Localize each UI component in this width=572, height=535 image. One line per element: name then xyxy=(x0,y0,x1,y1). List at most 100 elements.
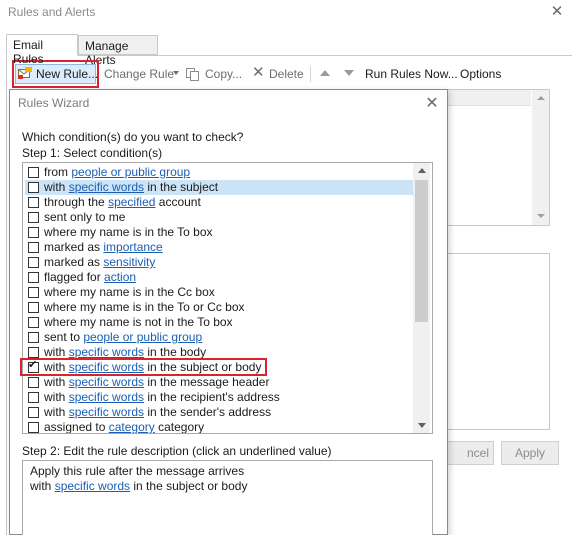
condition-checkbox[interactable] xyxy=(28,287,39,298)
condition-text: category xyxy=(154,420,205,434)
condition-checkbox[interactable] xyxy=(28,272,39,283)
condition-row[interactable]: where my name is not in the To box xyxy=(25,315,414,330)
condition-link[interactable]: category xyxy=(109,420,155,433)
condition-row[interactable]: sent only to me xyxy=(25,210,414,225)
condition-row[interactable]: with specific words in the recipient's a… xyxy=(25,390,414,405)
condition-text: in the subject xyxy=(144,180,219,194)
condition-text: flagged for xyxy=(44,270,105,284)
condition-row[interactable]: with specific words in the sender's addr… xyxy=(25,405,414,420)
condition-row[interactable]: from people or public group xyxy=(25,165,414,180)
rules-list-header xyxy=(448,90,531,106)
tab-manage-alerts[interactable]: Manage Alerts xyxy=(78,35,158,67)
window-close-icon[interactable]: ✕ xyxy=(550,2,564,20)
condition-link[interactable]: action xyxy=(104,270,136,284)
condition-checkbox[interactable] xyxy=(28,212,39,223)
condition-checkbox[interactable] xyxy=(28,257,39,268)
condition-text: in the message header xyxy=(144,375,270,389)
condition-link[interactable]: specific words xyxy=(69,345,144,359)
window-title: Rules and Alerts xyxy=(8,5,96,19)
condition-checkbox[interactable] xyxy=(28,347,39,358)
condition-row[interactable]: marked as importance xyxy=(25,240,414,255)
run-rules-now-button[interactable]: Run Rules Now... xyxy=(365,63,458,85)
copy-button[interactable]: Copy... xyxy=(205,63,242,85)
condition-text: sent only to me xyxy=(44,210,126,224)
condition-row[interactable]: sent to people or public group xyxy=(25,330,414,345)
condition-row[interactable]: assigned to category category xyxy=(25,420,414,434)
condition-link[interactable]: specific words xyxy=(69,390,144,404)
toolbar-separator xyxy=(310,66,311,82)
condition-checkbox[interactable] xyxy=(28,242,39,253)
selected-condition-highlight xyxy=(20,358,267,376)
condition-text: in the sender's address xyxy=(144,405,272,419)
change-rule-button[interactable]: Change Rule xyxy=(104,63,174,85)
condition-link[interactable]: specific words xyxy=(69,180,144,194)
chevron-down-icon xyxy=(173,71,179,75)
copy-icon xyxy=(186,68,199,81)
rules-list-scrollbar[interactable] xyxy=(532,90,549,225)
apply-button[interactable]: Apply xyxy=(501,441,559,465)
scroll-up-icon[interactable] xyxy=(418,168,426,173)
condition-checkbox[interactable] xyxy=(28,332,39,343)
condition-text: with xyxy=(44,390,69,404)
condition-checkbox[interactable] xyxy=(28,167,39,178)
condition-link[interactable]: specific words xyxy=(69,405,144,419)
condition-text: where my name is not in the To box xyxy=(44,315,233,329)
rule-description-box xyxy=(447,253,550,430)
condition-row[interactable]: flagged for action xyxy=(25,270,414,285)
condition-link[interactable]: specific words xyxy=(69,375,144,389)
condition-row[interactable]: through the specified account xyxy=(25,195,414,210)
condition-checkbox[interactable] xyxy=(28,317,39,328)
condition-link[interactable]: sensitivity xyxy=(103,255,155,269)
condition-checkbox[interactable] xyxy=(28,392,39,403)
scroll-up-icon[interactable] xyxy=(537,96,545,100)
condition-text: with xyxy=(44,180,69,194)
condition-row[interactable]: where my name is in the To or Cc box xyxy=(25,300,414,315)
scroll-down-icon[interactable] xyxy=(418,423,426,428)
condition-checkbox[interactable] xyxy=(28,377,39,388)
condition-checkbox[interactable] xyxy=(28,422,39,433)
condition-row[interactable]: where my name is in the Cc box xyxy=(25,285,414,300)
condition-text: marked as xyxy=(44,240,104,254)
condition-row[interactable]: marked as sensitivity xyxy=(25,255,414,270)
scroll-down-icon[interactable] xyxy=(537,214,545,218)
condition-checkbox[interactable] xyxy=(28,197,39,208)
condition-text: with xyxy=(44,375,69,389)
conditions-list[interactable]: from people or public group with specific… xyxy=(22,162,433,434)
wizard-title: Rules Wizard xyxy=(18,96,90,110)
description-text: in the subject or body xyxy=(130,479,248,493)
condition-text: in the body xyxy=(144,345,207,359)
description-line-1: Apply this rule after the message arrive… xyxy=(30,464,245,478)
delete-button[interactable]: Delete xyxy=(269,63,304,85)
move-up-icon[interactable] xyxy=(320,70,330,76)
condition-text: where my name is in the To or Cc box xyxy=(44,300,245,314)
condition-link[interactable]: specified xyxy=(108,195,155,209)
condition-text: in the recipient's address xyxy=(144,390,280,404)
condition-text: marked as xyxy=(44,255,104,269)
condition-text: from xyxy=(44,165,72,179)
condition-row[interactable]: with specific words in the message heade… xyxy=(25,375,414,390)
specific-words-link[interactable]: specific words xyxy=(55,479,130,493)
description-text: with xyxy=(30,479,55,493)
step1-label: Step 1: Select condition(s) xyxy=(22,146,163,160)
condition-link[interactable]: people or public group xyxy=(83,330,202,344)
condition-text: assigned to xyxy=(44,420,109,434)
condition-link[interactable]: importance xyxy=(103,240,162,254)
condition-checkbox[interactable] xyxy=(28,407,39,418)
condition-row[interactable]: where my name is in the To box xyxy=(25,225,414,240)
condition-text: with xyxy=(44,345,69,359)
options-button[interactable]: Options xyxy=(460,63,501,85)
condition-text: through the xyxy=(44,195,109,209)
tab-email-rules[interactable]: Email Rules xyxy=(6,34,78,66)
description-line-2: with specific words in the subject or bo… xyxy=(30,479,247,493)
condition-checkbox[interactable] xyxy=(28,227,39,238)
condition-text: where my name is in the To box xyxy=(44,225,213,239)
condition-checkbox[interactable] xyxy=(28,182,39,193)
scrollbar-thumb[interactable] xyxy=(415,180,428,322)
delete-icon: ✕ xyxy=(252,64,265,81)
condition-checkbox[interactable] xyxy=(28,302,39,313)
condition-text: sent to xyxy=(44,330,84,344)
condition-link[interactable]: people or public group xyxy=(71,165,190,179)
condition-row[interactable]: with specific words in the subject xyxy=(25,180,414,195)
wizard-close-icon[interactable]: ✕ xyxy=(424,93,440,112)
move-down-icon[interactable] xyxy=(344,70,354,76)
